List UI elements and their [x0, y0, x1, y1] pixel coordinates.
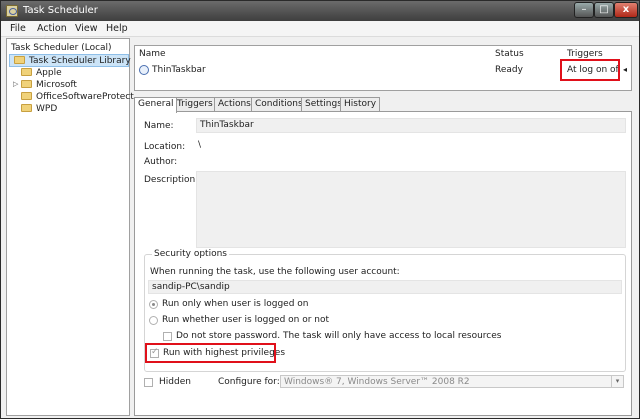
tree-item-label: OfficeSoftwareProtect	[36, 92, 134, 102]
user-account-field: sandip-PC\sandip	[148, 280, 622, 294]
name-field[interactable]: ThinTaskbar	[196, 118, 626, 133]
task-list: Name Status Triggers ThinTaskbar Ready A…	[134, 45, 632, 91]
folder-icon	[21, 79, 32, 88]
configure-for-value: Windows® 7, Windows Server™ 2008 R2	[284, 377, 470, 387]
tree-item-label: Apple	[36, 68, 62, 78]
location-label: Location:	[144, 142, 186, 152]
column-header-name[interactable]: Name	[139, 49, 166, 59]
hidden-label[interactable]: Hidden	[159, 377, 191, 387]
configure-for-dropdown[interactable]: Windows® 7, Windows Server™ 2008 R2 ▾	[280, 375, 624, 388]
column-header-status[interactable]: Status	[495, 49, 524, 59]
navigation-tree: Task Scheduler (Local) Task Scheduler Li…	[6, 38, 134, 416]
run-whether-radio[interactable]	[149, 316, 158, 325]
hidden-checkbox[interactable]	[144, 378, 153, 387]
tab-conditions[interactable]: Conditions	[251, 97, 307, 112]
tree-item-label: Microsoft	[36, 80, 77, 90]
maximize-button[interactable]: □	[594, 2, 614, 18]
folder-icon	[14, 55, 25, 64]
close-button[interactable]: x	[614, 2, 638, 18]
menu-file[interactable]: File	[10, 23, 26, 34]
security-options-title: Security options	[152, 249, 229, 259]
expand-icon[interactable]: ▷	[13, 80, 18, 88]
tab-general[interactable]: General	[134, 97, 178, 113]
no-store-password-checkbox[interactable]	[163, 332, 172, 341]
tab-actions[interactable]: Actions	[214, 97, 255, 112]
account-prompt: When running the task, use the following…	[150, 267, 400, 277]
description-field[interactable]	[196, 171, 626, 248]
security-options-group: Security options When running the task, …	[144, 249, 626, 372]
author-label: Author:	[144, 157, 178, 167]
tree-item-library-label: Task Scheduler Library	[29, 56, 131, 66]
tree-item-label: WPD	[36, 104, 58, 114]
window-title: Task Scheduler	[23, 5, 98, 16]
task-scheduler-icon	[6, 5, 18, 17]
menu-action[interactable]: Action	[37, 23, 67, 34]
name-label: Name:	[144, 121, 174, 131]
tab-history[interactable]: History	[340, 97, 381, 112]
task-row-name[interactable]: ThinTaskbar	[152, 65, 206, 75]
menu-view[interactable]: View	[75, 23, 98, 34]
triggers-highlight-box	[560, 59, 620, 81]
task-scheduler-window: Task Scheduler – □ x File Action View He…	[0, 0, 640, 419]
chevron-down-icon[interactable]: ▾	[611, 376, 623, 387]
minimize-button[interactable]: –	[574, 2, 594, 18]
run-whether-label[interactable]: Run whether user is logged on or not	[162, 315, 329, 325]
configure-for-label: Configure for:	[218, 377, 280, 387]
menu-help[interactable]: Help	[106, 23, 128, 34]
folder-icon	[21, 103, 32, 112]
no-store-password-label[interactable]: Do not store password. The task will onl…	[176, 331, 501, 341]
run-logged-on-label[interactable]: Run only when user is logged on	[162, 299, 308, 309]
title-bar[interactable]: Task Scheduler – □ x	[1, 1, 639, 21]
menu-bar: File Action View Help	[1, 21, 639, 37]
column-header-triggers[interactable]: Triggers	[567, 49, 603, 59]
tree-item-wpd[interactable]: WPD	[21, 103, 57, 116]
scroll-right-icon[interactable]: ◂	[623, 65, 627, 74]
folder-icon	[21, 91, 32, 100]
general-tab-panel: Name: ThinTaskbar Location: \ Author: De…	[134, 111, 632, 416]
privileges-highlight-box	[145, 343, 276, 363]
tab-triggers[interactable]: Triggers	[173, 97, 217, 112]
description-label: Description:	[144, 175, 199, 185]
run-logged-on-radio[interactable]	[149, 300, 158, 309]
task-row-status[interactable]: Ready	[495, 65, 523, 75]
tree-item-library[interactable]: Task Scheduler Library	[9, 54, 131, 67]
task-clock-icon	[139, 65, 149, 75]
folder-icon	[21, 67, 32, 76]
location-value: \	[198, 140, 202, 150]
